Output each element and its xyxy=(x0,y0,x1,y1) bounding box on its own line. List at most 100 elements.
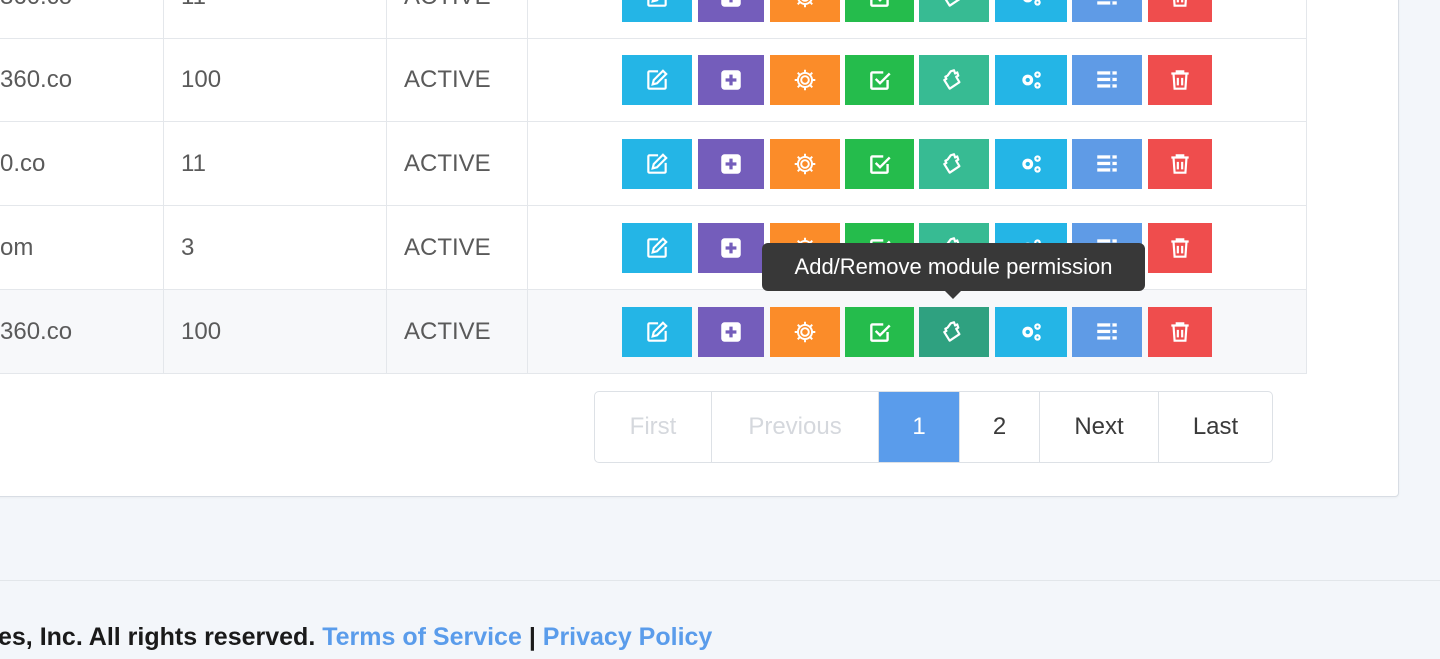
footer: es, Inc. All rights reserved. Terms of S… xyxy=(0,623,712,652)
delete-button[interactable] xyxy=(1148,0,1212,22)
plus-square-icon xyxy=(718,0,744,10)
add-button[interactable] xyxy=(698,55,764,105)
delete-button[interactable] xyxy=(1148,55,1212,105)
approve-button[interactable] xyxy=(845,307,914,357)
page-last-button[interactable]: Last xyxy=(1159,392,1272,462)
puzzle-icon xyxy=(941,0,967,10)
page-next-button[interactable]: Next xyxy=(1040,392,1159,462)
configure-button[interactable] xyxy=(995,307,1067,357)
table-row: 360.co 100 ACTIVE xyxy=(0,290,1307,374)
status-cell: ACTIVE xyxy=(387,290,528,373)
configure-button[interactable] xyxy=(995,139,1067,189)
gears-icon xyxy=(1018,151,1044,177)
check-square-icon xyxy=(867,319,893,345)
edit-icon xyxy=(644,67,670,93)
count-cell: 3 xyxy=(164,206,387,289)
gears-icon xyxy=(1018,67,1044,93)
settings-button[interactable] xyxy=(770,0,840,22)
settings-button[interactable] xyxy=(770,55,840,105)
add-button[interactable] xyxy=(698,307,764,357)
terms-link[interactable]: Terms of Service xyxy=(322,623,522,651)
configure-button[interactable] xyxy=(995,0,1067,22)
list-button[interactable] xyxy=(1072,307,1142,357)
edit-button[interactable] xyxy=(622,0,692,22)
trash-icon xyxy=(1167,235,1193,261)
domain-cell: 360.co xyxy=(0,38,164,121)
add-button[interactable] xyxy=(698,223,764,273)
gear-icon xyxy=(792,319,818,345)
edit-icon xyxy=(644,0,670,10)
module-permission-button[interactable] xyxy=(919,55,989,105)
list-button[interactable] xyxy=(1072,139,1142,189)
list-icon xyxy=(1094,0,1120,10)
trash-icon xyxy=(1167,0,1193,10)
plus-square-icon xyxy=(718,235,744,261)
trash-icon xyxy=(1167,67,1193,93)
table-row: 360.co 100 ACTIVE xyxy=(0,38,1307,122)
plus-square-icon xyxy=(718,319,744,345)
plus-square-icon xyxy=(718,151,744,177)
copyright-text: es, Inc. All rights reserved. xyxy=(0,623,316,651)
status-cell: ACTIVE xyxy=(387,122,528,205)
module-permission-button[interactable] xyxy=(919,139,989,189)
trash-icon xyxy=(1167,151,1193,177)
status-cell: ACTIVE xyxy=(387,206,528,289)
list-icon xyxy=(1094,319,1120,345)
domain-cell: om xyxy=(0,206,164,289)
settings-button[interactable] xyxy=(770,307,840,357)
footer-separator: | xyxy=(528,623,536,651)
delete-button[interactable] xyxy=(1148,307,1212,357)
list-icon xyxy=(1094,151,1120,177)
edit-button[interactable] xyxy=(622,223,692,273)
puzzle-icon xyxy=(941,319,967,345)
count-cell: 100 xyxy=(164,290,387,373)
module-permission-button[interactable] xyxy=(919,307,989,357)
tooltip: Add/Remove module permission xyxy=(762,243,1145,299)
delete-button[interactable] xyxy=(1148,139,1212,189)
approve-button[interactable] xyxy=(845,0,914,22)
tooltip-text: Add/Remove module permission xyxy=(794,254,1113,279)
check-square-icon xyxy=(867,0,893,10)
approve-button[interactable] xyxy=(845,139,914,189)
footer-divider xyxy=(0,580,1440,581)
page-2-button[interactable]: 2 xyxy=(960,392,1040,462)
settings-button[interactable] xyxy=(770,139,840,189)
gear-icon xyxy=(792,0,818,10)
gears-icon xyxy=(1018,0,1044,10)
page-previous-button[interactable]: Previous xyxy=(712,392,879,462)
status-cell: ACTIVE xyxy=(387,0,528,38)
privacy-link[interactable]: Privacy Policy xyxy=(543,623,713,651)
check-square-icon xyxy=(867,151,893,177)
list-icon xyxy=(1094,67,1120,93)
domain-cell: 360.co xyxy=(0,0,164,38)
add-button[interactable] xyxy=(698,0,764,22)
add-button[interactable] xyxy=(698,139,764,189)
delete-button[interactable] xyxy=(1148,223,1212,273)
list-button[interactable] xyxy=(1072,0,1142,22)
count-cell: 100 xyxy=(164,38,387,121)
edit-icon xyxy=(644,235,670,261)
edit-button[interactable] xyxy=(622,307,692,357)
edit-button[interactable] xyxy=(622,55,692,105)
edit-icon xyxy=(644,319,670,345)
count-cell: 11 xyxy=(164,0,387,38)
list-button[interactable] xyxy=(1072,55,1142,105)
status-cell: ACTIVE xyxy=(387,38,528,121)
page-first-button[interactable]: First xyxy=(595,392,712,462)
gear-icon xyxy=(792,151,818,177)
puzzle-icon xyxy=(941,151,967,177)
page-1-button[interactable]: 1 xyxy=(879,392,960,462)
edit-button[interactable] xyxy=(622,139,692,189)
configure-button[interactable] xyxy=(995,55,1067,105)
trash-icon xyxy=(1167,319,1193,345)
table-row: 0.co 11 ACTIVE xyxy=(0,122,1307,206)
domain-cell: 0.co xyxy=(0,122,164,205)
tooltip-arrow xyxy=(944,290,962,299)
edit-icon xyxy=(644,151,670,177)
gears-icon xyxy=(1018,319,1044,345)
count-cell: 11 xyxy=(164,122,387,205)
module-permission-button[interactable] xyxy=(919,0,989,22)
approve-button[interactable] xyxy=(845,55,914,105)
gear-icon xyxy=(792,67,818,93)
domain-cell: 360.co xyxy=(0,290,164,373)
